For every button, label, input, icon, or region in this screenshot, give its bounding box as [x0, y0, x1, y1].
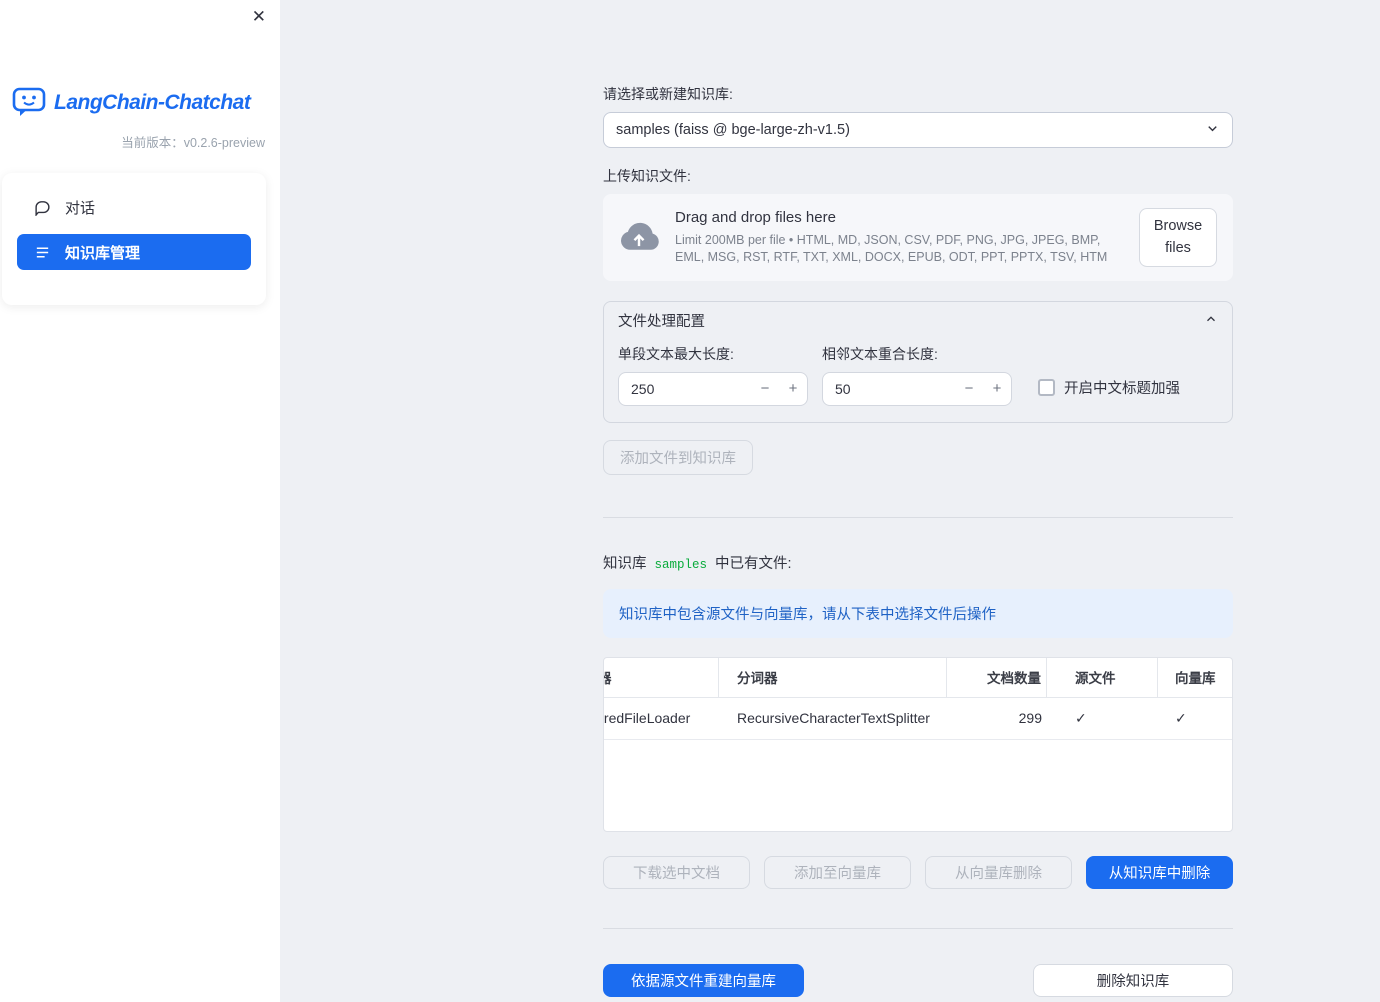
close-icon[interactable]: ✕	[252, 8, 266, 25]
cell-source-file-check[interactable]: ✓	[1047, 698, 1158, 739]
uploader-limit: Limit 200MB per file • HTML, MD, JSON, C…	[675, 233, 1108, 264]
logo: LangChain-Chatchat	[0, 0, 280, 120]
info-banner: 知识库中包含源文件与向量库，请从下表中选择文件后操作	[603, 588, 1233, 638]
kb-select-label: 请选择或新建知识库:	[603, 86, 733, 102]
cell-vector-store-check[interactable]: ✓	[1158, 698, 1232, 739]
file-config-title: 文件处理配置	[618, 314, 705, 331]
chunk-size-value: 250	[631, 380, 655, 397]
nav-item-label: 知识库管理	[65, 244, 141, 262]
chevron-down-icon	[1205, 121, 1220, 140]
nav-item-kb-management[interactable]: 知识库管理	[17, 234, 251, 270]
overlap-size-group: 相邻文本重合长度: 50 − +	[822, 344, 1012, 406]
chevron-up-icon	[1204, 312, 1218, 330]
overlap-size-increment-button[interactable]: +	[983, 373, 1011, 405]
uploader-text: Drag and drop files here Limit 200MB per…	[675, 209, 1123, 266]
rebuild-vector-store-button[interactable]: 依据源文件重建向量库	[603, 963, 804, 997]
table-row[interactable]: UnstructuredFileLoader RecursiveCharacte…	[604, 698, 1232, 740]
browse-files-button[interactable]: Browse files	[1139, 208, 1217, 267]
uploader-title: Drag and drop files here	[675, 209, 836, 227]
file-uploader-dropzone[interactable]: Drag and drop files here Limit 200MB per…	[603, 194, 1233, 281]
files-table[interactable]: 文档加载器 分词器 文档数量 源文件 向量库 UnstructuredFileL…	[603, 656, 1233, 832]
cell-splitter[interactable]: RecursiveCharacterTextSplitter	[719, 698, 947, 739]
add-files-to-kb-button[interactable]: 添加文件到知识库	[603, 439, 753, 475]
divider	[603, 516, 1233, 518]
upload-cloud-icon	[619, 222, 659, 252]
chunk-size-increment-button[interactable]: +	[779, 373, 807, 405]
zh-title-enhance-label: 开启中文标题加强	[1064, 380, 1180, 397]
chunk-size-group: 单段文本最大长度: 250 − +	[618, 344, 808, 406]
nav-item-dialogue[interactable]: 对话	[17, 189, 251, 225]
version-caption: 当前版本：v0.2.6-preview	[121, 136, 265, 150]
cell-doc-count[interactable]: 299	[947, 698, 1047, 739]
files-table-header: 文档加载器 分词器 文档数量 源文件 向量库	[604, 657, 1232, 698]
list-icon	[33, 244, 51, 261]
column-header-source-file: 源文件	[1047, 657, 1158, 697]
file-config-expander-body: 单段文本最大长度: 250 − + 相邻文本重合长度: 50 − + 开启中文标…	[604, 340, 1232, 422]
chat-bubble-icon	[33, 199, 51, 216]
nav-item-label: 对话	[65, 199, 96, 217]
kb-bottom-actions: 依据源文件重建向量库 删除知识库	[603, 963, 1233, 997]
file-config-expander: 文件处理配置 单段文本最大长度: 250 − + 相邻文本重合长度: 50 − …	[603, 300, 1233, 423]
kb-files-heading: 知识库 samples 中已有文件:	[603, 552, 1233, 573]
main-content: 请选择或新建知识库: samples (faiss @ bge-large-zh…	[280, 0, 1380, 1002]
chat-logo-icon	[12, 86, 46, 120]
checkbox-box-icon[interactable]	[1038, 378, 1055, 396]
delete-kb-button[interactable]: 删除知识库	[1033, 963, 1233, 997]
chunk-size-input[interactable]: 250 − +	[618, 371, 808, 406]
overlap-size-decrement-button[interactable]: −	[955, 373, 983, 405]
cell-loader[interactable]: UnstructuredFileLoader	[604, 698, 719, 739]
kb-select-value: samples (faiss @ bge-large-zh-v1.5)	[616, 122, 850, 138]
kb-files-heading-prefix: 知识库	[603, 555, 647, 572]
column-header-vector-store: 向量库	[1175, 671, 1216, 687]
column-header-loader: 文档加载器	[604, 657, 719, 697]
logo-text: LangChain-Chatchat	[54, 91, 251, 114]
overlap-size-input[interactable]: 50 − +	[822, 371, 1012, 406]
column-header-doc-count: 文档数量	[947, 657, 1047, 697]
kb-selectbox[interactable]: samples (faiss @ bge-large-zh-v1.5)	[603, 112, 1233, 148]
file-action-buttons: 下载选中文档 添加至向量库 从向量库删除 从知识库中删除	[603, 855, 1233, 889]
add-to-vector-store-button[interactable]: 添加至向量库	[764, 855, 911, 889]
delete-from-kb-button[interactable]: 从知识库中删除	[1086, 855, 1233, 889]
overlap-size-label: 相邻文本重合长度:	[822, 345, 938, 362]
nav-card: 对话 知识库管理	[2, 173, 266, 305]
file-config-expander-header[interactable]: 文件处理配置	[604, 302, 1232, 340]
kb-files-heading-suffix: 中已有文件:	[715, 555, 792, 572]
kb-name-code: samples	[654, 557, 708, 572]
zh-title-enhance-checkbox[interactable]: 开启中文标题加强	[1038, 377, 1180, 398]
upload-label: 上传知识文件:	[603, 168, 691, 184]
download-selected-button[interactable]: 下载选中文档	[603, 855, 750, 889]
divider	[603, 927, 1233, 929]
chunk-size-decrement-button[interactable]: −	[751, 373, 779, 405]
overlap-size-value: 50	[835, 380, 851, 397]
column-header-splitter: 分词器	[719, 657, 947, 697]
app: ✕ LangChain-Chatchat 当前版本：v0.2.6-preview	[0, 0, 1380, 1002]
sidebar: ✕ LangChain-Chatchat 当前版本：v0.2.6-preview	[0, 0, 280, 1002]
chunk-size-label: 单段文本最大长度:	[618, 345, 734, 362]
delete-from-vector-store-button[interactable]: 从向量库删除	[925, 855, 1072, 889]
